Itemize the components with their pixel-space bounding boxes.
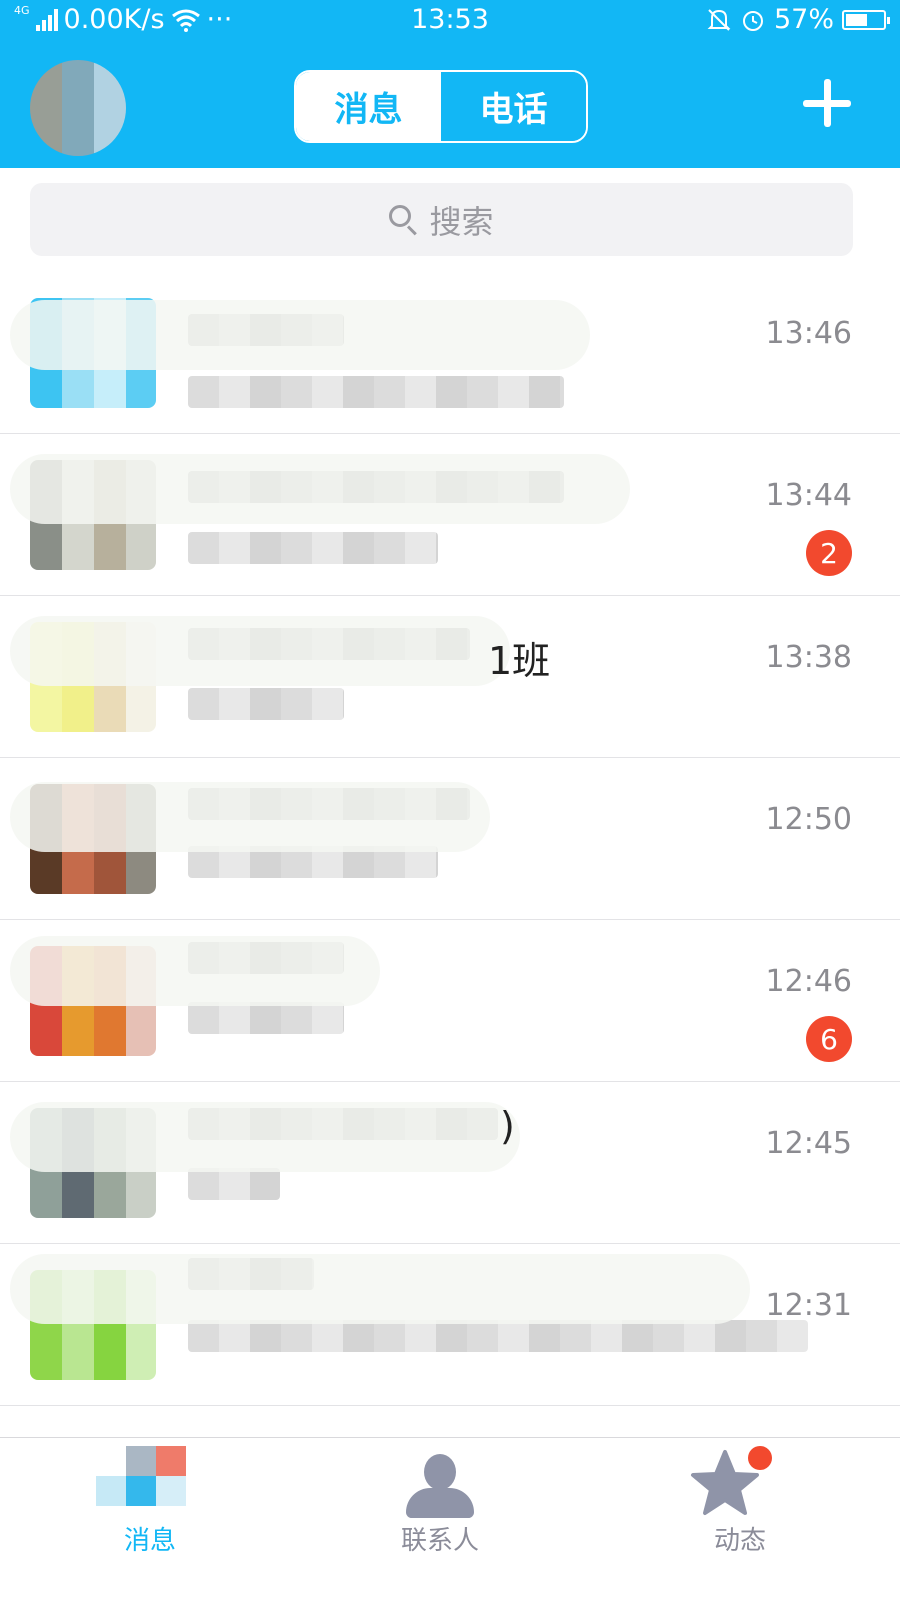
message-time: 12:31 (765, 1288, 852, 1323)
search-icon (389, 204, 419, 235)
search-bar[interactable]: 搜索 (30, 183, 853, 256)
redaction-mark (10, 782, 490, 852)
message-time: 13:46 (765, 316, 852, 351)
tabbar-item-contacts[interactable]: 联系人 (290, 1438, 590, 1601)
conversation-row[interactable]: 12:31 (0, 1244, 900, 1406)
contact-name-fragment: 1班 (488, 639, 551, 683)
tabbar-label: 消息 (123, 1526, 176, 1556)
alarm-icon (742, 10, 763, 31)
top-header: 4G 0.00K/s ··· 13:53 57% 消息 电话 (0, 0, 900, 168)
conversation-list: 13:46 13:44 2 1班 13:38 12:50 12:46 6) 1… (0, 272, 900, 1406)
message-time: 13:44 (765, 478, 852, 513)
redaction-mark (10, 616, 510, 686)
status-bar: 4G 0.00K/s ··· 13:53 57% (0, 0, 900, 44)
battery-percent: 57% (773, 4, 834, 35)
conversation-row[interactable]: 12:46 6 (0, 920, 900, 1082)
message-time: 12:45 (765, 1126, 852, 1161)
redaction-mark (10, 936, 380, 1006)
message-time: 12:46 (765, 964, 852, 999)
messages-icon (90, 1446, 210, 1510)
plus-icon[interactable] (800, 77, 854, 131)
message-preview (188, 1002, 344, 1034)
bottom-tab-bar: 消息 联系人 动态 (0, 1437, 900, 1601)
redaction-mark (10, 454, 630, 524)
message-preview (188, 376, 564, 408)
tabbar-label: 联系人 (400, 1526, 479, 1556)
conversation-row[interactable]: 1班 13:38 (0, 596, 900, 758)
message-preview (188, 1168, 280, 1200)
unread-badge: 6 (806, 1016, 852, 1062)
notification-dot (748, 1446, 772, 1470)
tab-calls[interactable]: 电话 (441, 72, 586, 141)
tabbar-item-messages[interactable]: 消息 (0, 1438, 300, 1601)
conversation-row[interactable]: ) 12:45 (0, 1082, 900, 1244)
message-preview (188, 532, 438, 564)
bell-mute-icon (707, 8, 731, 31)
redaction-mark (10, 1102, 520, 1172)
tabbar-label: 动态 (713, 1526, 766, 1556)
contact-name-fragment: ) (500, 1104, 515, 1148)
search-placeholder: 搜索 (429, 202, 494, 241)
my-avatar[interactable] (30, 60, 126, 156)
message-preview (188, 1320, 808, 1352)
tab-messages[interactable]: 消息 (296, 72, 441, 141)
redaction-mark (10, 300, 590, 370)
conversation-row[interactable]: 12:50 (0, 758, 900, 920)
redaction-mark (10, 1254, 750, 1324)
tabbar-item-moments[interactable]: 动态 (590, 1438, 890, 1601)
conversation-row[interactable]: 13:44 2 (0, 434, 900, 596)
message-time: 12:50 (765, 802, 852, 837)
battery-icon (842, 9, 890, 30)
message-preview (188, 688, 344, 720)
unread-badge: 2 (806, 530, 852, 576)
battery-fill (846, 13, 867, 26)
contacts-icon (402, 1454, 478, 1518)
message-time: 13:38 (765, 640, 852, 675)
conversation-row[interactable]: 13:46 (0, 272, 900, 434)
header-segmented-control: 消息 电话 (294, 70, 588, 143)
